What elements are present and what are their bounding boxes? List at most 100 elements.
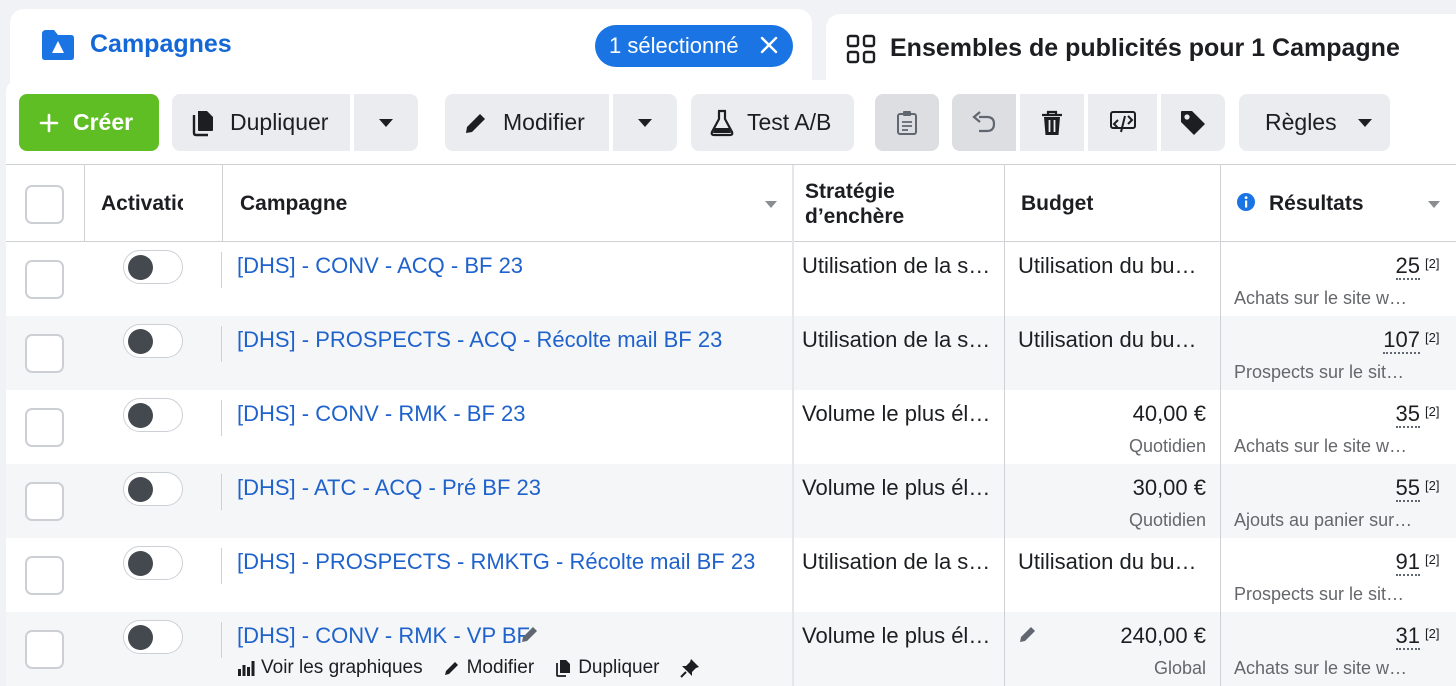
tab-adsets[interactable]: Ensembles de publicités pour 1 Campagne bbox=[826, 14, 1456, 80]
cell-separator bbox=[221, 400, 222, 436]
row-checkbox[interactable] bbox=[25, 334, 64, 373]
pencil-icon bbox=[444, 662, 458, 675]
budget-value: Utilisation du bu… bbox=[1018, 253, 1197, 278]
row-checkbox[interactable] bbox=[25, 556, 64, 595]
result-footnote: [2] bbox=[1425, 256, 1440, 271]
bid-strategy-value: Utilisation de la s… bbox=[802, 327, 991, 352]
delete-button[interactable] bbox=[1020, 94, 1084, 151]
campaign-link[interactable]: [DHS] - PROSPECTS - ACQ - Récolte mail B… bbox=[237, 327, 722, 353]
duplicate-icon bbox=[192, 110, 213, 136]
campaign-toggle[interactable] bbox=[123, 250, 183, 284]
result-footnote: [2] bbox=[1425, 330, 1440, 345]
result-value[interactable]: 25 bbox=[1395, 254, 1420, 280]
col-divider bbox=[1220, 165, 1221, 686]
col-divider bbox=[84, 165, 85, 242]
budget-type: Quotidien bbox=[1128, 436, 1206, 456]
result-value[interactable]: 91 bbox=[1395, 550, 1420, 576]
budget-value: Utilisation du bu… bbox=[1018, 549, 1197, 574]
row-checkbox[interactable] bbox=[25, 260, 64, 299]
sort-icon[interactable] bbox=[1428, 201, 1440, 208]
column-header-budget[interactable]: Budget bbox=[1021, 165, 1211, 242]
duplicate-button[interactable]: Dupliquer bbox=[172, 94, 350, 151]
caret-down-icon bbox=[638, 118, 652, 127]
result-value[interactable]: 31 bbox=[1395, 624, 1420, 650]
column-header-bid-strategy-label-1: Stratégie bbox=[805, 179, 895, 203]
column-header-activation[interactable]: Activatio bbox=[101, 165, 183, 242]
cell-separator bbox=[221, 326, 222, 362]
plus-icon bbox=[39, 113, 59, 132]
create-button[interactable]: Créer bbox=[19, 94, 159, 151]
duplicate-dropdown[interactable] bbox=[354, 94, 418, 151]
clipboard-button[interactable] bbox=[875, 94, 939, 151]
column-header-campaign[interactable]: Campagne bbox=[240, 165, 780, 242]
close-icon[interactable] bbox=[757, 33, 781, 57]
campaign-toggle[interactable] bbox=[123, 398, 183, 432]
tag-button[interactable] bbox=[1161, 94, 1225, 151]
view-charts-action[interactable]: Voir les graphiques bbox=[237, 657, 423, 679]
info-icon[interactable] bbox=[1236, 192, 1256, 212]
row-checkbox[interactable] bbox=[25, 630, 64, 669]
campaign-toggle[interactable] bbox=[123, 546, 183, 580]
selection-pill[interactable]: 1 sélectionné bbox=[595, 25, 793, 67]
result-value[interactable]: 55 bbox=[1395, 476, 1420, 502]
campaign-link[interactable]: [DHS] - CONV - RMK - VP BF bbox=[237, 623, 530, 649]
campaign-toggle[interactable] bbox=[123, 324, 183, 358]
result-footnote: [2] bbox=[1425, 404, 1440, 419]
rules-button[interactable]: Règles bbox=[1239, 94, 1390, 151]
campaign-link[interactable]: [DHS] - CONV - RMK - BF 23 bbox=[237, 401, 525, 427]
toggle-knob bbox=[128, 329, 153, 354]
budget-value: 240,00 € bbox=[1120, 623, 1206, 648]
result-value[interactable]: 35 bbox=[1395, 402, 1420, 428]
campaign-link[interactable]: [DHS] - ATC - ACQ - Pré BF 23 bbox=[237, 475, 541, 501]
bar-chart-icon bbox=[238, 661, 255, 676]
toggle-knob bbox=[128, 551, 153, 576]
toggle-knob bbox=[128, 477, 153, 502]
edit-dropdown[interactable] bbox=[613, 94, 677, 151]
ab-test-button[interactable]: Test A/B bbox=[691, 94, 854, 151]
sort-icon[interactable] bbox=[765, 201, 777, 208]
duplicate-action[interactable]: Dupliquer bbox=[554, 657, 660, 679]
create-label: Créer bbox=[73, 109, 134, 135]
move-button[interactable] bbox=[1088, 94, 1157, 151]
col-divider bbox=[1004, 165, 1005, 686]
column-header-results[interactable]: Résultats bbox=[1269, 165, 1419, 242]
column-header-bid-strategy[interactable]: Stratégie d’enchère bbox=[805, 165, 995, 242]
cell-separator bbox=[221, 548, 222, 584]
frozen-divider bbox=[792, 165, 794, 686]
duplicate-label: Dupliquer bbox=[230, 109, 329, 135]
rules-label: Règles bbox=[1265, 109, 1337, 135]
row-checkbox[interactable] bbox=[25, 482, 64, 521]
row-checkbox[interactable] bbox=[25, 408, 64, 447]
toggle-knob bbox=[128, 255, 153, 280]
bid-strategy-value: Utilisation de la s… bbox=[802, 549, 991, 574]
cell-separator bbox=[221, 252, 222, 288]
cell-separator bbox=[221, 622, 222, 658]
edit-button[interactable]: Modifier bbox=[445, 94, 609, 151]
result-value[interactable]: 107 bbox=[1383, 328, 1420, 354]
edit-action[interactable]: Modifier bbox=[443, 657, 535, 679]
undo-icon bbox=[972, 110, 996, 132]
edit-budget-icon[interactable] bbox=[1018, 624, 1038, 644]
campaign-toggle[interactable] bbox=[123, 472, 183, 506]
campaign-toggle[interactable] bbox=[123, 620, 183, 654]
grid-icon bbox=[846, 34, 876, 64]
rename-pencil-icon[interactable] bbox=[520, 624, 540, 644]
selection-label: 1 sélectionné bbox=[609, 33, 739, 58]
result-footnote: [2] bbox=[1425, 552, 1440, 567]
duplicate-action-label: Dupliquer bbox=[578, 657, 660, 678]
caret-down-icon bbox=[1357, 118, 1372, 127]
trash-icon bbox=[1042, 110, 1062, 135]
bid-strategy-value: Volume le plus él… bbox=[802, 401, 991, 426]
result-footnote: [2] bbox=[1425, 478, 1440, 493]
select-all-checkbox[interactable] bbox=[25, 185, 64, 224]
column-header-bid-strategy-label-2: d’enchère bbox=[805, 204, 905, 228]
pin-icon[interactable] bbox=[679, 658, 700, 678]
budget-value: Utilisation du bu… bbox=[1018, 327, 1197, 352]
view-charts-label: Voir les graphiques bbox=[261, 657, 423, 678]
col-divider bbox=[222, 165, 223, 242]
budget-value: 40,00 € bbox=[1132, 401, 1206, 426]
undo-button[interactable] bbox=[952, 94, 1016, 151]
edit-action-label: Modifier bbox=[466, 657, 535, 678]
campaign-link[interactable]: [DHS] - CONV - ACQ - BF 23 bbox=[237, 253, 523, 279]
campaign-link[interactable]: [DHS] - PROSPECTS - RMKTG - Récolte mail… bbox=[237, 549, 755, 575]
